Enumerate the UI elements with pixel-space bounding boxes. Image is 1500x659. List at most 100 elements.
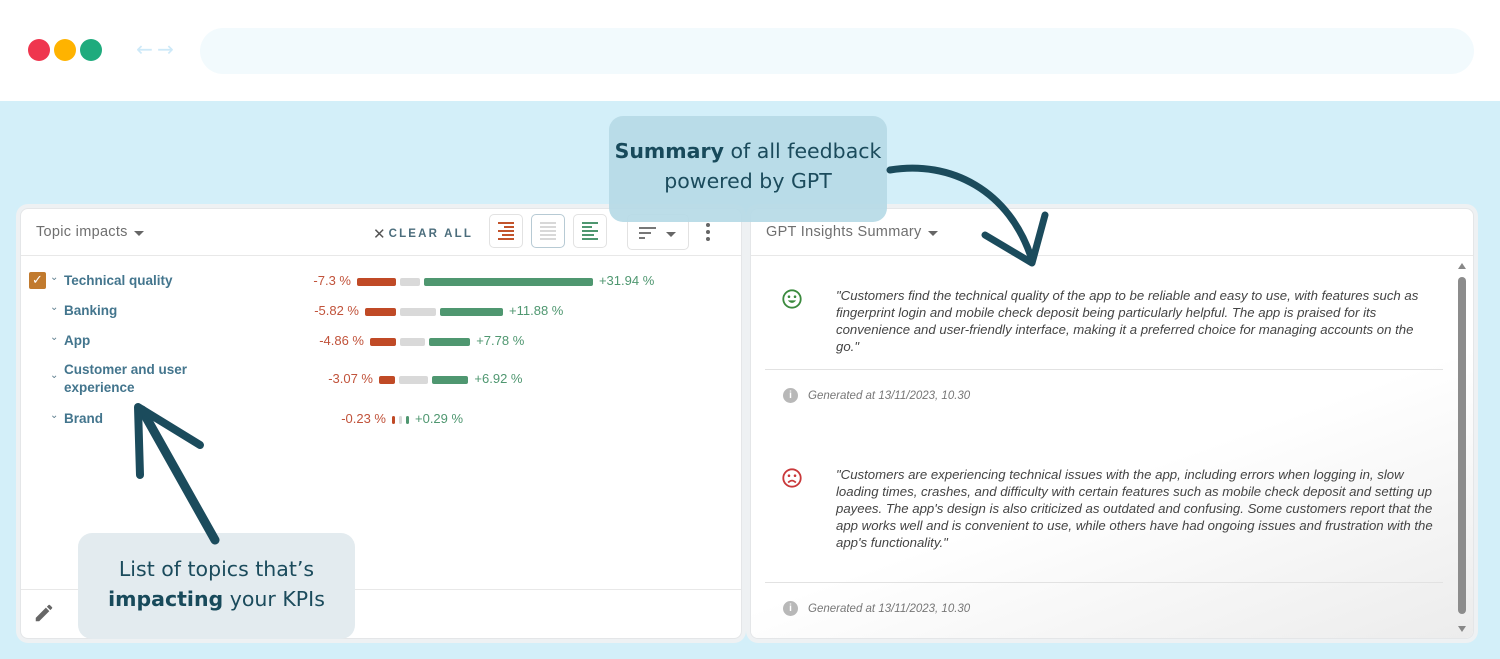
scroll-up-arrow-icon[interactable] (1458, 263, 1466, 269)
clear-all-button[interactable]: ✕ CLEAR ALL (373, 225, 473, 243)
positive-impact-bar (440, 308, 503, 316)
positive-impact-value: +31.94 % (598, 273, 655, 288)
chevron-down-icon[interactable]: ⌄ (50, 370, 58, 381)
scrollbar-thumb[interactable] (1458, 277, 1466, 614)
negative-impact-bar (357, 278, 396, 286)
align-left-icon-line (582, 230, 598, 232)
arrow-right-icon[interactable]: → (156, 37, 175, 61)
negative-impact-bar (392, 416, 395, 424)
topic-row[interactable]: ⌄ Banking -5.82 % +11.88 % (21, 300, 741, 324)
vertical-scrollbar[interactable] (1455, 259, 1469, 634)
topic-row[interactable]: ⌄ Customer and user experience -3.07 % +… (21, 359, 741, 399)
nav-arrows: ← → (135, 37, 175, 61)
topic-label-line: Customer and user (64, 362, 188, 377)
scroll-down-arrow-icon[interactable] (1458, 626, 1466, 632)
topic-checkbox[interactable]: ✓ (29, 272, 46, 289)
align-right-icon-line (504, 226, 514, 228)
browser-chrome: ← → (0, 0, 1500, 101)
negative-impact-value: -4.86 % (319, 333, 364, 348)
negative-impact-value: -0.23 % (341, 411, 386, 426)
generated-text: Generated at 13/11/2023, 10.30 (808, 389, 971, 402)
topic-row[interactable]: ⌄ Brand -0.23 % +0.29 % (21, 408, 741, 432)
url-bar[interactable] (200, 28, 1474, 74)
chevron-down-icon[interactable]: ⌄ (50, 332, 58, 343)
sort-icon (639, 227, 656, 242)
gpt-panel-title: GPT Insights Summary (766, 224, 922, 240)
close-icon: ✕ (373, 226, 386, 243)
positive-impact-value: +7.78 % (476, 333, 525, 348)
negative-impact-value: -7.3 % (313, 273, 351, 288)
topic-label[interactable]: Customer and user experience (64, 361, 187, 397)
neutral-bar (399, 338, 425, 346)
divider (765, 369, 1443, 370)
pencil-icon[interactable] (33, 602, 55, 624)
align-left-icon-line (582, 238, 598, 240)
positive-view-button[interactable] (573, 214, 607, 248)
negative-impact-value: -3.07 % (328, 371, 373, 386)
topic-label[interactable]: App (64, 332, 90, 350)
callout-text: your KPIs (223, 587, 325, 611)
align-justify-icon-line (540, 230, 556, 232)
align-right-icon-line (498, 222, 514, 224)
arrow-left-icon[interactable]: ← (135, 37, 154, 61)
smiley-sad-icon (782, 468, 802, 488)
negative-impact-bar (365, 308, 396, 316)
gpt-insights-panel: GPT Insights Summary "Customers find the… (750, 208, 1474, 639)
generated-timestamp: i Generated at 13/11/2023, 10.30 (783, 601, 970, 616)
window-close-button[interactable] (28, 39, 50, 61)
insights-scroll-area[interactable]: "Customers find the technical quality of… (751, 256, 1473, 638)
negative-impact-bar (370, 338, 396, 346)
positive-impact-value: +11.88 % (509, 303, 564, 318)
topic-panel-title-dropdown[interactable]: Topic impacts (36, 224, 144, 240)
neutral-bar (399, 376, 428, 384)
summary-annotation-callout: Summary of all feedback powered by GPT (609, 116, 887, 222)
neutral-view-button[interactable] (531, 214, 565, 248)
align-justify-icon-line (540, 222, 556, 224)
neutral-bar (399, 416, 402, 424)
positive-impact-bar (406, 416, 409, 424)
divider (765, 582, 1443, 583)
generated-timestamp: i Generated at 13/11/2023, 10.30 (783, 388, 970, 403)
align-left-icon-line (582, 234, 594, 236)
positive-impact-value: +0.29 % (415, 411, 464, 426)
callout-bold-text: Summary (614, 139, 724, 163)
topic-label[interactable]: Brand (64, 410, 103, 428)
topics-annotation-callout: List of topics that’s impacting your KPI… (78, 533, 355, 639)
align-right-icon-line (502, 234, 514, 236)
caret-down-icon (133, 230, 144, 236)
generated-text: Generated at 13/11/2023, 10.30 (808, 602, 971, 615)
negative-view-button[interactable] (489, 214, 523, 248)
negative-impact-bar (379, 376, 396, 384)
topic-label[interactable]: Banking (64, 302, 117, 320)
align-justify-icon-line (540, 234, 556, 236)
align-right-icon-line (498, 230, 514, 232)
info-icon: i (783, 388, 798, 403)
align-left-icon-line (582, 222, 598, 224)
align-justify-icon-line (540, 226, 556, 228)
chevron-down-icon[interactable]: ⌄ (50, 302, 58, 313)
callout-text: powered by GPT (664, 169, 832, 193)
smiley-happy-icon (782, 289, 802, 309)
caret-down-icon (666, 232, 676, 237)
topic-row[interactable]: ✓ ⌄ Technical quality -7.3 % +31.94 % (21, 270, 741, 294)
insight-text: "Customers find the technical quality of… (836, 288, 1419, 354)
positive-impact-bar (431, 376, 469, 384)
gpt-panel-title-dropdown[interactable]: GPT Insights Summary (766, 224, 938, 240)
topic-panel-title: Topic impacts (36, 224, 128, 240)
topic-row[interactable]: ⌄ App -4.86 % +7.78 % (21, 330, 741, 354)
caret-down-icon (927, 230, 938, 236)
chevron-down-icon[interactable]: ⌄ (50, 410, 58, 421)
more-vertical-icon[interactable] (701, 223, 715, 243)
info-icon: i (783, 601, 798, 616)
positive-impact-value: +6.92 % (474, 371, 523, 386)
chevron-down-icon[interactable]: ⌄ (50, 272, 58, 283)
positive-impact-bar (428, 338, 471, 346)
callout-text: of all feedback (723, 139, 882, 163)
align-right-icon-line (498, 238, 514, 240)
topic-label[interactable]: Technical quality (64, 272, 173, 290)
neutral-bar (399, 278, 420, 286)
insight-text: "Customers are experiencing technical is… (836, 467, 1433, 550)
window-maximize-button[interactable] (80, 39, 102, 61)
window-minimize-button[interactable] (54, 39, 76, 61)
negative-impact-value: -5.82 % (314, 303, 359, 318)
